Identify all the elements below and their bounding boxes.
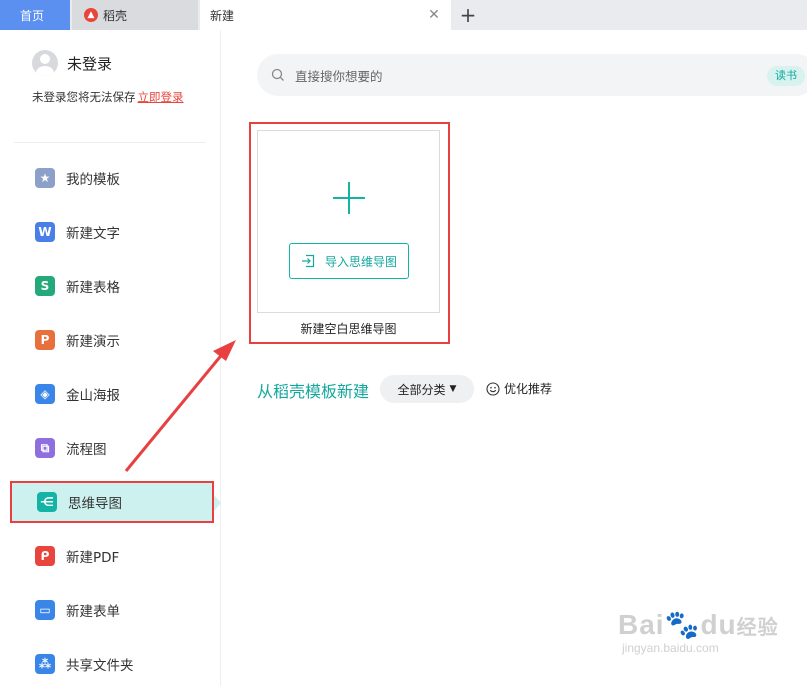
sidebar-item-my-templates[interactable]: ★ 我的模板 xyxy=(10,157,214,199)
sidebar-item-label: 思维导图 xyxy=(68,496,122,512)
sidebar-item-label: 我的模板 xyxy=(66,172,120,188)
sidebar-item-label: 新建表单 xyxy=(66,604,120,620)
star-icon: ★ xyxy=(35,168,55,188)
login-tip-text: 未登录您将无法保存 xyxy=(32,90,136,104)
search-chip[interactable]: 读书 xyxy=(767,66,805,86)
tab-new-label: 新建 xyxy=(210,8,235,23)
search-icon xyxy=(271,68,284,81)
sidebar-divider xyxy=(14,142,206,143)
sidebar-item-new-pdf[interactable]: ᑭ 新建PDF xyxy=(10,535,214,577)
form-icon: ▭ xyxy=(35,600,55,620)
search-bar[interactable]: 直接搜你想要的 读书 xyxy=(257,54,807,96)
writer-icon: W xyxy=(35,222,55,242)
tab-daoke-label: 稻壳 xyxy=(103,8,128,23)
spreadsheet-icon: S xyxy=(35,276,55,296)
sidebar-item-label: 共享文件夹 xyxy=(66,658,134,674)
pdf-icon: ᑭ xyxy=(35,546,55,566)
user-info[interactable]: 未登录 xyxy=(32,50,112,76)
plus-icon: + xyxy=(459,3,477,27)
sidebar-item-poster[interactable]: ◈ 金山海报 xyxy=(10,373,214,415)
optimize-recommend-toggle[interactable]: 优化推荐 xyxy=(486,380,552,397)
watermark-url: jingyan.baidu.com xyxy=(622,641,719,655)
import-icon xyxy=(301,254,315,268)
daoke-logo-icon: ▲ xyxy=(84,8,98,22)
tab-home[interactable]: 首页 xyxy=(0,0,70,30)
sidebar-item-new-presentation[interactable]: P 新建演示 xyxy=(10,319,214,361)
blank-card-label: 新建空白思维导图 xyxy=(300,322,397,336)
category-filter-dropdown[interactable]: 全部分类 ▼ xyxy=(380,375,474,403)
sidebar-item-label: 新建文字 xyxy=(66,226,120,242)
sidebar-item-label: 新建演示 xyxy=(66,334,120,350)
watermark-suffix: 经验 xyxy=(736,617,779,639)
close-tab-icon[interactable]: ✕ xyxy=(427,8,441,22)
watermark-brand: Bai xyxy=(618,609,665,640)
tab-new[interactable]: 新建 ✕ xyxy=(200,0,451,30)
import-mindmap-label: 导入思维导图 xyxy=(324,254,397,269)
username: 未登录 xyxy=(67,54,113,73)
shared-folder-icon: ⁂ xyxy=(35,654,55,674)
sidebar-item-flowchart[interactable]: ⧉ 流程图 xyxy=(10,427,214,469)
sidebar-item-label: 新建PDF xyxy=(66,550,120,566)
presentation-icon: P xyxy=(35,330,55,350)
watermark-brand2: du xyxy=(700,609,737,640)
templates-title: 从稻壳模板新建 xyxy=(257,382,370,401)
tab-home-label: 首页 xyxy=(20,8,45,23)
import-mindmap-button[interactable]: 导入思维导图 xyxy=(289,243,409,279)
sidebar-item-new-form[interactable]: ▭ 新建表单 xyxy=(10,589,214,631)
sidebar-item-shared-folder[interactable]: ⁂ 共享文件夹 xyxy=(10,643,214,685)
login-link[interactable]: 立即登录 xyxy=(138,90,184,104)
optimize-recommend-label: 优化推荐 xyxy=(504,382,553,396)
add-tab-button[interactable]: + xyxy=(456,0,480,30)
new-blank-mindmap-card[interactable] xyxy=(257,130,440,313)
mindmap-icon: ⋲ xyxy=(37,492,57,512)
sidebar-item-label: 流程图 xyxy=(66,442,107,458)
smile-icon xyxy=(486,381,500,396)
category-filter-label: 全部分类 xyxy=(397,382,446,397)
paw-icon: 🐾 xyxy=(664,609,701,640)
avatar[interactable] xyxy=(32,50,58,76)
tab-daoke[interactable]: ▲ 稻壳 xyxy=(72,0,198,30)
tab-bar: 首页 ▲ 稻壳 新建 ✕ + xyxy=(0,0,807,30)
sidebar-item-new-spreadsheet[interactable]: S 新建表格 xyxy=(10,265,214,307)
poster-icon: ◈ xyxy=(35,384,55,404)
baidu-watermark: Bai🐾du经验 jingyan.baidu.com xyxy=(618,608,779,655)
caret-down-icon: ▼ xyxy=(449,384,457,394)
flowchart-icon: ⧉ xyxy=(35,438,55,458)
login-tip: 未登录您将无法保存 立即登录 xyxy=(32,89,184,105)
add-plus-icon[interactable] xyxy=(333,182,365,214)
search-input[interactable]: 直接搜你想要的 xyxy=(295,66,383,85)
sidebar-item-label: 新建表格 xyxy=(66,280,120,296)
sidebar-item-mindmap[interactable]: ⋲ 思维导图 xyxy=(10,481,221,523)
sidebar-item-label: 金山海报 xyxy=(66,388,120,404)
sidebar-item-new-writer[interactable]: W 新建文字 xyxy=(10,211,214,253)
